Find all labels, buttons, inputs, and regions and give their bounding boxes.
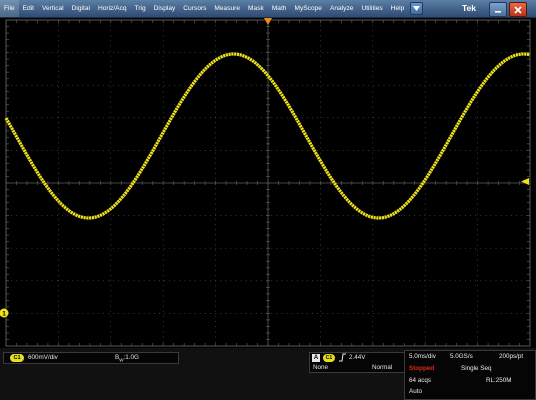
menu-mask[interactable]: Mask <box>244 0 268 17</box>
menu-dropdown-button[interactable] <box>410 2 424 15</box>
channel-1-badge: C1 <box>10 354 24 362</box>
channel-1-scale: 600mV/div <box>28 354 58 361</box>
channel-1-ground-marker[interactable]: 1 <box>0 308 9 318</box>
sample-rate: 5.0GS/s <box>450 353 473 360</box>
trigger-mode: Normal <box>372 363 393 371</box>
menu-math[interactable]: Math <box>268 0 291 17</box>
trigger-coupling: None <box>313 363 329 371</box>
minimize-button[interactable] <box>489 2 507 17</box>
sequence-mode: Single Seq <box>461 365 492 372</box>
trigger-event-badge: A <box>312 354 320 362</box>
menu-vertical[interactable]: Vertical <box>38 0 68 17</box>
trigger-source-badge: C1 <box>323 354 335 362</box>
trigger-readout[interactable]: A C1 2.44V None Normal <box>309 352 405 373</box>
menu-file[interactable]: File <box>0 0 19 17</box>
channel-1-bandwidth: BW:1.0G <box>115 354 139 362</box>
channel-1-readout[interactable]: C1 600mV/div BW:1.0G <box>3 352 179 364</box>
readout-area: C1 600mV/div BW:1.0G A C1 2.44V None Nor… <box>0 348 536 400</box>
menu-horiz-acq[interactable]: Horiz/Acq <box>94 0 131 17</box>
grid-lines <box>5 19 531 347</box>
trigger-level: 2.44V <box>349 354 366 361</box>
record-length: RL:250M <box>486 377 512 384</box>
chevron-down-icon <box>413 6 421 11</box>
brand-logo: Tek <box>462 3 477 13</box>
bandwidth-value: :1.0G <box>123 354 139 361</box>
acquisition-count: 64 acqs <box>409 377 432 384</box>
minimize-icon <box>495 10 501 13</box>
menu-myscope[interactable]: MyScope <box>290 0 326 17</box>
menu-bar: File Edit Vertical Digital Horiz/Acq Trig Disp… <box>0 0 536 18</box>
menu-help[interactable]: Help <box>387 0 409 17</box>
menu-cursors[interactable]: Cursors <box>179 0 210 17</box>
trigger-level-marker[interactable] <box>521 178 529 185</box>
trigger-position-marker[interactable] <box>264 18 272 25</box>
timebase: 5.0ms/div <box>409 353 436 360</box>
run-status: Stopped <box>409 365 435 372</box>
waveform-display[interactable]: 1 <box>0 18 536 348</box>
menu-items: File Edit Vertical Digital Horiz/Acq Trig Disp… <box>0 0 408 17</box>
sample-resolution: 200ps/pt <box>499 353 524 360</box>
menu-digital[interactable]: Digital <box>68 0 94 17</box>
channel-1-marker-label: 1 <box>2 311 6 318</box>
graticule[interactable]: 1 <box>0 18 536 348</box>
menu-edit[interactable]: Edit <box>19 0 38 17</box>
menu-utilities[interactable]: Utilities <box>357 0 386 17</box>
menu-measure[interactable]: Measure <box>210 0 244 17</box>
close-icon <box>514 5 522 14</box>
menu-analyze[interactable]: Analyze <box>326 0 357 17</box>
trigger-auto-mode: Auto <box>409 388 422 395</box>
trigger-slope-icon <box>338 353 347 364</box>
acquisition-readout[interactable]: 5.0ms/div 5.0GS/s 200ps/pt Stopped Singl… <box>404 350 536 400</box>
close-button[interactable] <box>509 2 527 17</box>
menu-trig[interactable]: Trig <box>131 0 150 17</box>
menu-display[interactable]: Display <box>150 0 180 17</box>
